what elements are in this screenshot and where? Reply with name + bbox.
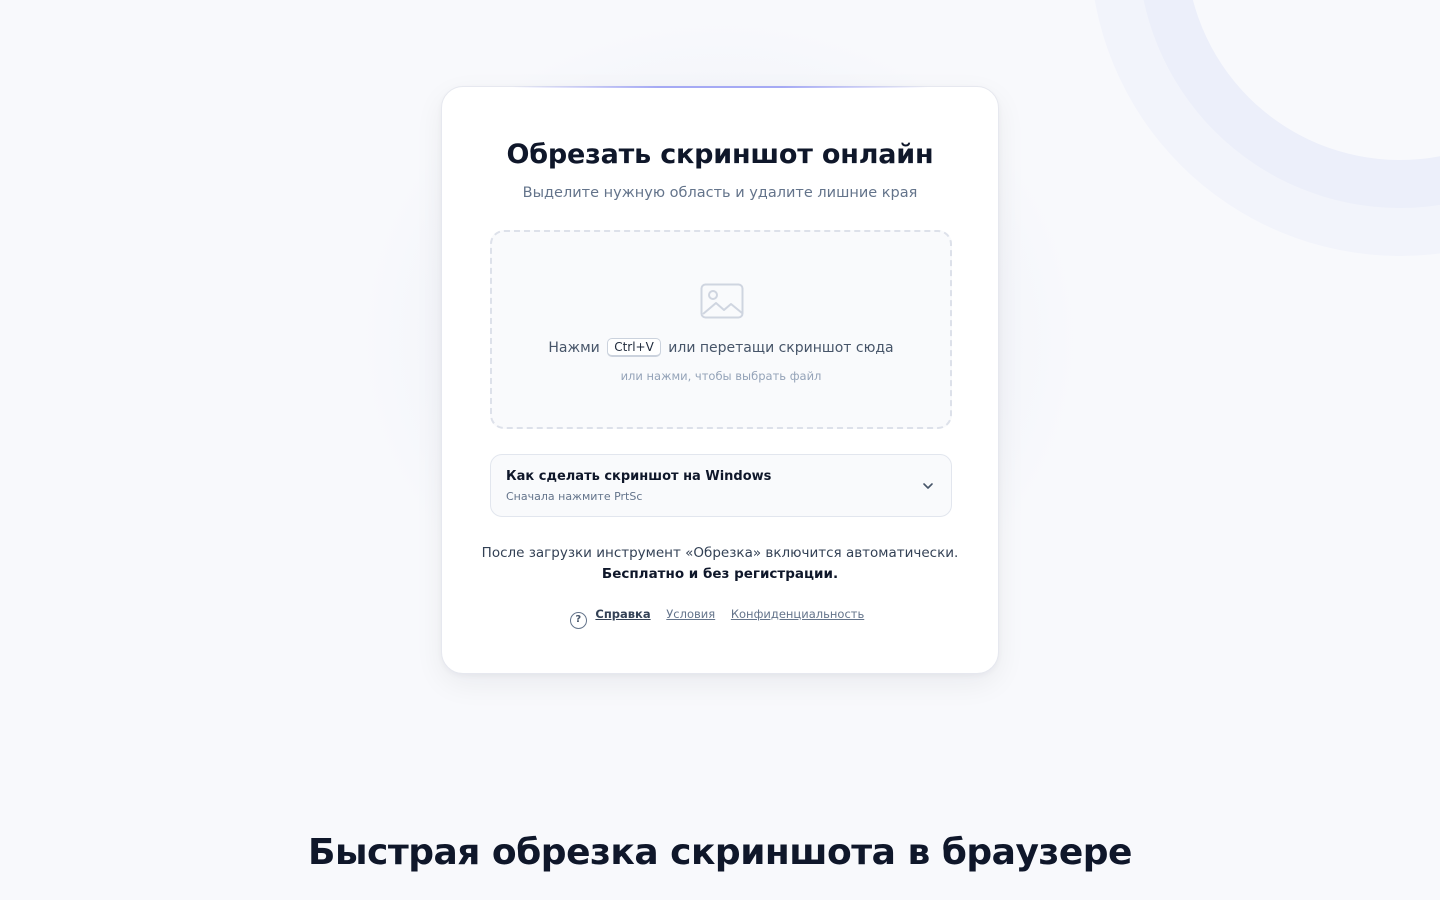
howto-subtitle: Сначала нажмите PrtSc [506,490,643,503]
background-decoration-ring [1138,0,1440,208]
page-title: Обрезать скриншот онлайн [506,139,934,170]
help-link[interactable]: Справка [595,607,650,621]
card-accent-line [512,86,928,88]
howto-title: Как сделать скриншот на Windows [506,469,772,484]
background-decoration-ring [1186,0,1440,160]
info-note: После загрузки инструмент «Обрезка» вклю… [442,543,998,585]
dropzone-hint: или нажми, чтобы выбрать файл [620,369,822,383]
image-icon [700,283,744,319]
chevron-down-icon[interactable] [921,479,935,493]
page-subtitle: Выделите нужную область и удалите лишние… [522,185,918,201]
info-note-line: После загрузки инструмент «Обрезка» вклю… [481,545,959,561]
privacy-link[interactable]: Конфиденциальность [731,607,864,621]
shortcut-key: Ctrl+V [607,338,661,357]
page: Обрезать скриншот онлайн Выделите нужную… [0,0,1440,900]
terms-link[interactable]: Условия [666,607,715,621]
background-decoration-ring [1090,0,1440,256]
upload-dropzone[interactable]: Нажми Ctrl+V или перетащи скриншот сюда … [490,230,952,429]
free-note: Бесплатно и без регистрации. [601,566,839,582]
crop-tool-card: Обрезать скриншот онлайн Выделите нужную… [441,86,999,674]
drag-label: или перетащи скриншот сюда [668,340,894,356]
footer-links: ? Справка Условия Конфиденциальность [442,607,998,629]
howto-accordion[interactable]: Как сделать скриншот на Windows Сначала … [490,454,952,517]
press-label: Нажми [548,340,600,356]
dropzone-instruction: Нажми Ctrl+V или перетащи скриншот сюда [492,338,950,357]
section-title: Быстрая обрезка скриншота в браузере [308,832,1132,873]
help-icon[interactable]: ? [569,612,587,629]
